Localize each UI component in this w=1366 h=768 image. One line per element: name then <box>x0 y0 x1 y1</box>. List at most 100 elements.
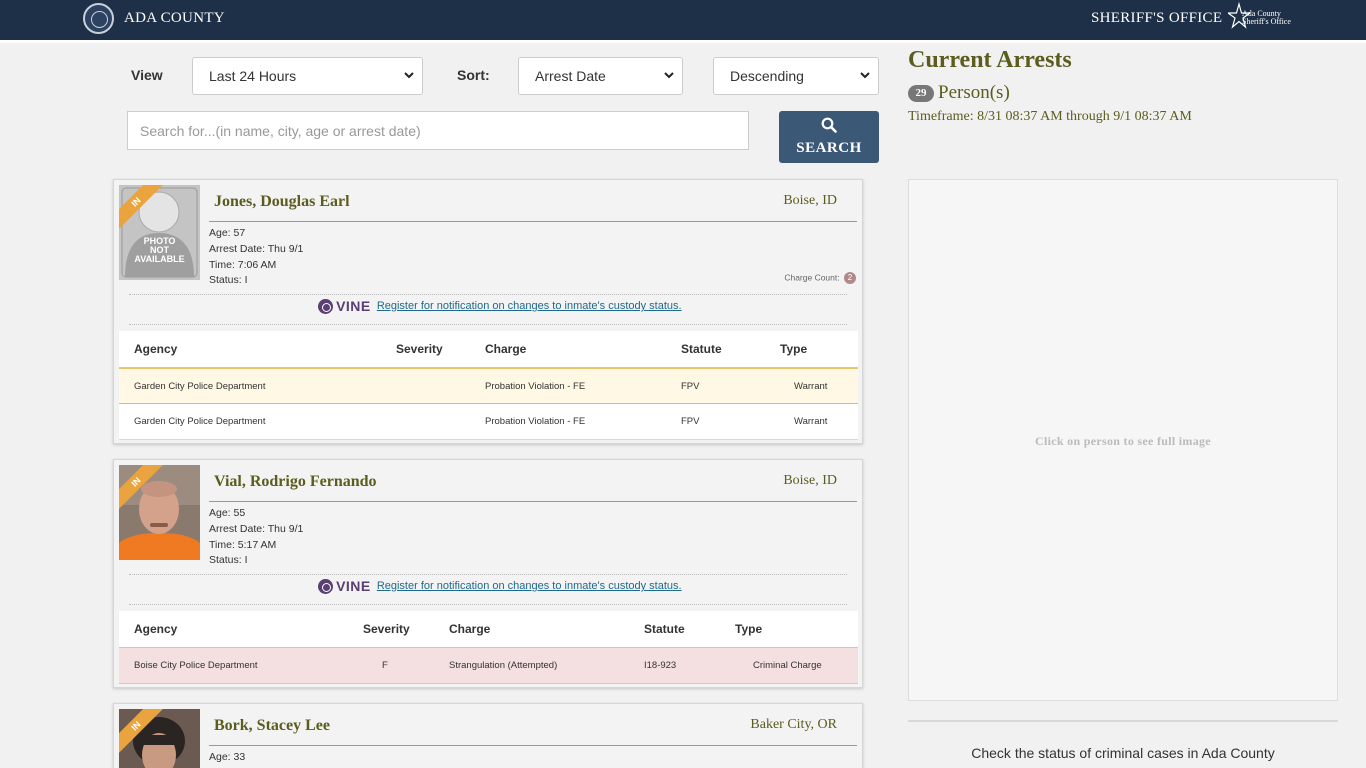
person-count: 29 Person(s) <box>908 82 1010 104</box>
person-card[interactable]: IN Bork, Stacey Lee Baker City, OR Age: … <box>113 703 863 768</box>
person-count-label: Person(s) <box>938 82 1010 103</box>
person-age: Age: 55 <box>209 507 246 519</box>
col-type: Type <box>735 622 763 636</box>
person-details: Age: 57 Arrest Date: Thu 9/1 Time: 7:06 … <box>209 226 303 289</box>
charge-type: Criminal Charge <box>753 660 822 671</box>
person-name[interactable]: Bork, Stacey Lee <box>214 717 330 735</box>
search-input[interactable]: Search for...(in name, city, age or arre… <box>127 111 749 150</box>
charge-count: Charge Count: 2 <box>784 272 856 284</box>
charge-count-badge: 2 <box>844 272 856 284</box>
chevron-down-icon <box>860 72 870 79</box>
name-divider <box>209 221 857 222</box>
person-card[interactable]: IN Vial, Rodrigo Fernando Boise, ID Age:… <box>113 459 863 688</box>
person-count-badge: 29 <box>908 85 934 102</box>
panel-divider <box>908 720 1338 722</box>
person-city: Boise, ID <box>783 193 837 208</box>
dotted-divider <box>129 324 847 325</box>
charges-table-header: Agency Severity Charge Statute Type <box>119 611 858 648</box>
person-details: Age: 55 Arrest Date: Thu 9/1 Time: 5:17 … <box>209 506 303 569</box>
county-title[interactable]: ADA COUNTY <box>124 10 225 27</box>
person-photo[interactable]: IN <box>119 709 200 768</box>
charge-row: Garden City Police Department Probation … <box>119 368 858 404</box>
vine-notification: VINE Register for notification on change… <box>318 298 682 314</box>
dotted-divider <box>129 294 847 295</box>
sort-label: Sort: <box>457 67 490 83</box>
charge-description: Probation Violation - FE <box>485 416 586 427</box>
county-seal-icon[interactable] <box>83 3 114 34</box>
header-divider <box>0 40 1366 43</box>
search-button-label: SEARCH <box>796 140 862 156</box>
charge-statute: FPV <box>681 381 700 392</box>
charge-type: Warrant <box>794 416 828 427</box>
person-photo[interactable]: IN <box>119 465 200 560</box>
person-photo[interactable]: PHOTO NOT AVAILABLE IN <box>119 185 200 280</box>
col-severity: Severity <box>396 342 443 356</box>
vine-logo-icon <box>318 578 333 594</box>
search-icon <box>821 117 837 133</box>
person-arrest-date: Arrest Date: Thu 9/1 <box>209 242 304 255</box>
person-name[interactable]: Jones, Douglas Earl <box>214 193 350 211</box>
col-severity: Severity <box>363 622 410 636</box>
charge-statute: FPV <box>681 416 700 427</box>
col-type: Type <box>780 342 808 356</box>
charge-row: Garden City Police Department Probation … <box>119 404 858 440</box>
charges-table: Agency Severity Charge Statute Type Bois… <box>119 611 858 684</box>
col-agency: Agency <box>134 342 178 356</box>
col-agency: Agency <box>134 622 178 636</box>
in-custody-ribbon: IN <box>119 709 166 756</box>
col-charge: Charge <box>449 622 491 636</box>
dotted-divider <box>129 604 847 605</box>
order-select[interactable]: Descending <box>713 57 879 95</box>
charge-statute: I18-923 <box>644 660 677 671</box>
charge-description: Probation Violation - FE <box>485 381 586 392</box>
vine-register-link[interactable]: Register for notification on changes to … <box>377 300 682 312</box>
person-status: Status: I <box>209 274 248 287</box>
timeframe-text: Timeframe: 8/31 08:37 AM through 9/1 08:… <box>908 109 1192 124</box>
vine-logo-icon <box>318 298 333 314</box>
charge-type: Warrant <box>794 381 828 392</box>
sort-select[interactable]: Arrest Date <box>518 57 683 95</box>
person-time: Time: 5:17 AM <box>209 538 277 551</box>
vine-brand: VINE <box>336 298 371 314</box>
col-statute: Statute <box>681 342 722 356</box>
chevron-down-icon <box>404 72 414 79</box>
sort-select-value: Arrest Date <box>535 68 606 84</box>
charges-table-header: Agency Severity Charge Statute Type <box>119 331 858 368</box>
vine-register-link[interactable]: Register for notification on changes to … <box>377 580 682 592</box>
site-header: ADA COUNTY SHERIFF'S OFFICE Ada County S… <box>0 0 1366 40</box>
col-charge: Charge <box>485 342 527 356</box>
check-cases-text[interactable]: Check the status of criminal cases in Ad… <box>908 745 1338 761</box>
search-button[interactable]: SEARCH <box>779 111 879 163</box>
view-label: View <box>131 67 163 83</box>
view-select[interactable]: Last 24 Hours <box>192 57 423 95</box>
charge-agency: Garden City Police Department <box>134 416 266 427</box>
person-age: Age: 57 <box>209 227 246 239</box>
col-statute: Statute <box>644 622 685 636</box>
chevron-down-icon <box>664 72 674 79</box>
sheriff-badge-logo[interactable]: Ada County Sheriff's Office <box>1226 1 1291 34</box>
order-select-value: Descending <box>730 68 804 84</box>
charge-agency: Garden City Police Department <box>134 381 266 392</box>
image-panel-hint: Click on person to see full image <box>1035 434 1211 448</box>
badge-logo-text: Ada County Sheriff's Office <box>1242 9 1291 26</box>
name-divider <box>209 501 857 502</box>
vine-notification: VINE Register for notification on change… <box>318 578 682 594</box>
name-divider <box>209 745 857 746</box>
in-custody-ribbon: IN <box>119 465 166 512</box>
person-name[interactable]: Vial, Rodrigo Fernando <box>214 473 377 491</box>
person-card[interactable]: PHOTO NOT AVAILABLE IN Jones, Douglas Ea… <box>113 179 863 444</box>
charges-table: Agency Severity Charge Statute Type Gard… <box>119 331 858 440</box>
person-city: Baker City, OR <box>750 717 837 732</box>
dotted-divider <box>129 574 847 575</box>
current-arrests-title: Current Arrests <box>908 47 1072 73</box>
full-image-panel: Click on person to see full image <box>908 179 1338 701</box>
person-time: Time: 7:06 AM <box>209 258 277 271</box>
charge-agency: Boise City Police Department <box>134 660 258 671</box>
charge-count-label: Charge Count: <box>784 272 840 283</box>
person-status: Status: I <box>209 554 248 567</box>
person-arrest-date: Arrest Date: Thu 9/1 <box>209 522 304 535</box>
charge-description: Strangulation (Attempted) <box>449 660 558 671</box>
charge-severity: F <box>382 660 388 671</box>
person-age: Age: 33 <box>209 751 246 763</box>
sheriff-office-title[interactable]: SHERIFF'S OFFICE <box>1091 10 1222 27</box>
